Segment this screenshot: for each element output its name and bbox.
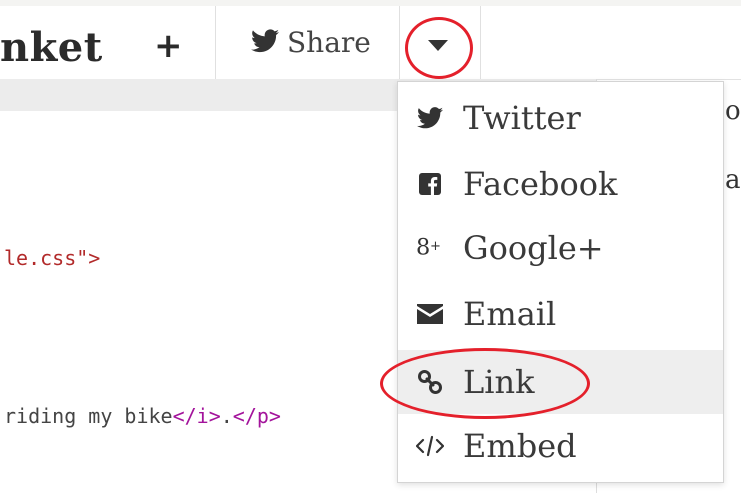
share-menu-label: Email bbox=[463, 295, 557, 333]
share-menu-label: Link bbox=[463, 363, 535, 401]
google-plus-icon: 8 + bbox=[416, 234, 444, 262]
preview-text: an bbox=[725, 165, 741, 195]
share-menu: Twitter Facebook 8 + Google+ Email Link … bbox=[397, 81, 724, 483]
share-menu-item-email[interactable]: Email bbox=[398, 282, 723, 346]
app-brand: nket bbox=[0, 24, 103, 71]
share-menu-label: Embed bbox=[463, 427, 577, 465]
link-icon bbox=[416, 368, 444, 396]
share-button[interactable]: Share bbox=[251, 26, 371, 60]
share-menu-item-google-plus[interactable]: 8 + Google+ bbox=[398, 216, 723, 280]
share-menu-label: Facebook bbox=[463, 165, 618, 203]
toolbar-divider bbox=[215, 6, 216, 79]
share-label: Share bbox=[287, 26, 371, 59]
share-menu-item-embed[interactable]: Embed bbox=[398, 414, 723, 478]
share-menu-item-link[interactable]: Link bbox=[398, 350, 723, 414]
twitter-icon bbox=[251, 29, 279, 57]
new-button[interactable]: + bbox=[154, 26, 183, 66]
svg-text:8: 8 bbox=[416, 235, 430, 261]
preview-text: or bbox=[725, 96, 741, 126]
share-menu-label: Twitter bbox=[463, 99, 581, 137]
embed-icon bbox=[416, 432, 444, 460]
svg-text:+: + bbox=[430, 239, 441, 254]
code-line: riding my bike</i>.</p> bbox=[4, 404, 281, 428]
twitter-icon bbox=[416, 104, 444, 132]
caret-down-icon bbox=[428, 40, 448, 51]
share-menu-label: Google+ bbox=[463, 229, 604, 267]
email-icon bbox=[416, 300, 444, 328]
share-menu-item-twitter[interactable]: Twitter bbox=[398, 86, 723, 150]
toolbar-divider bbox=[480, 6, 481, 79]
share-menu-item-facebook[interactable]: Facebook bbox=[398, 152, 723, 216]
share-dropdown-toggle[interactable] bbox=[400, 6, 480, 79]
facebook-icon bbox=[416, 170, 444, 198]
code-line: le.css"> bbox=[4, 246, 101, 270]
